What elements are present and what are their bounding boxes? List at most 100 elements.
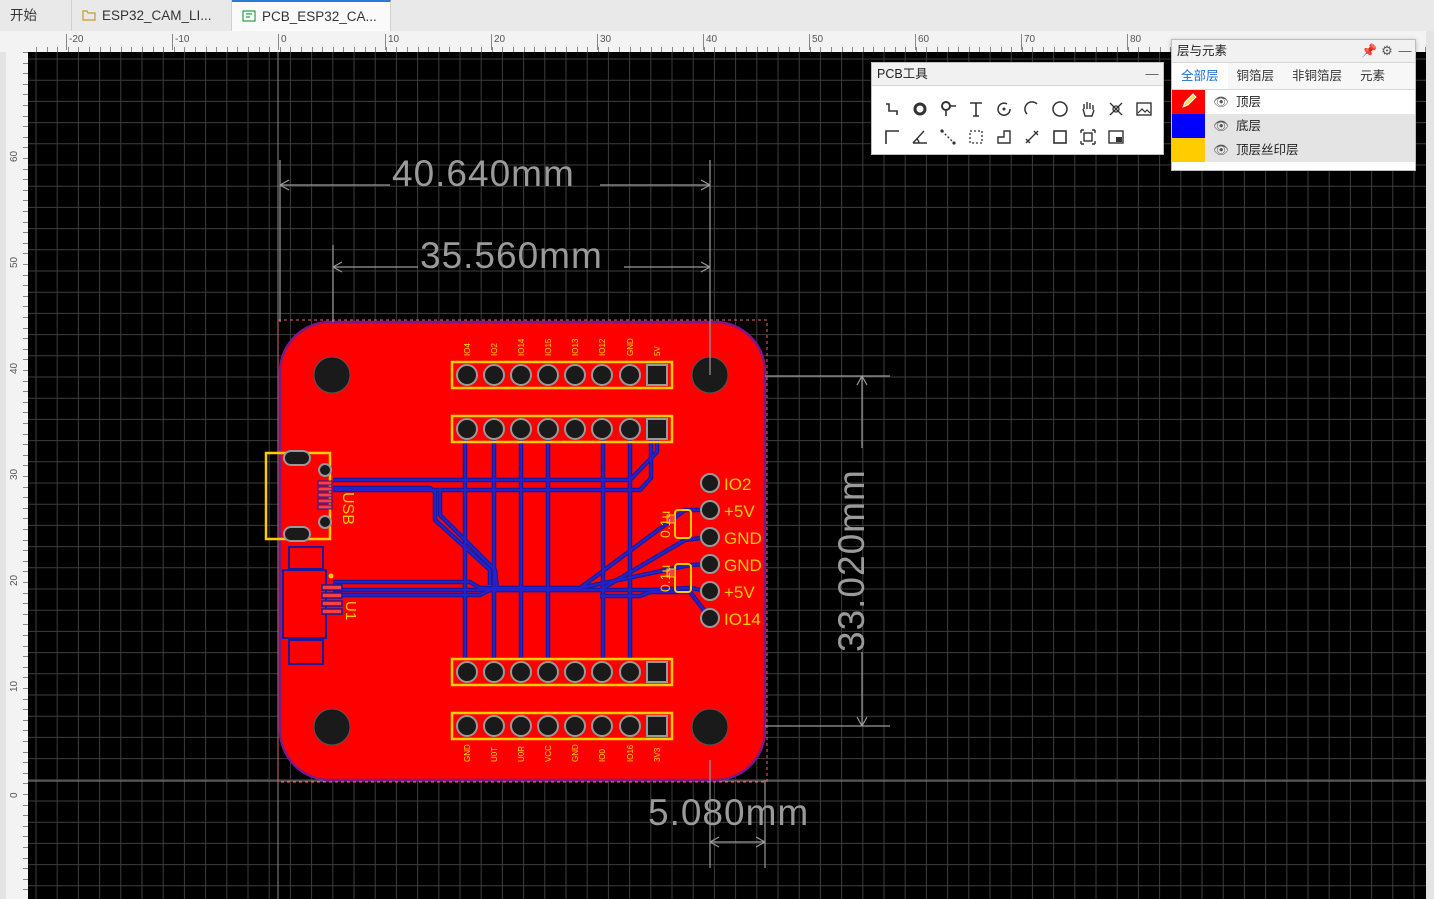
- tab-elements[interactable]: 元素: [1351, 63, 1394, 89]
- side-pin-label: IO14: [724, 610, 761, 629]
- round-pad: [591, 661, 613, 683]
- via-tool-icon[interactable]: [906, 94, 934, 122]
- pcb-tools-header[interactable]: PCB工具 —: [872, 63, 1163, 86]
- tab-pcb[interactable]: PCB_ESP32_CA...: [232, 0, 391, 31]
- round-pad: [510, 418, 532, 440]
- line-tool-icon[interactable]: [878, 122, 906, 150]
- capacitor-label: 0.1u: [657, 565, 673, 592]
- round-pad: [564, 364, 586, 386]
- dimension-arrow: [755, 841, 766, 848]
- ruler-label: 0: [9, 792, 20, 798]
- gear-icon[interactable]: ⚙: [1379, 40, 1395, 62]
- arc-center-tool-icon[interactable]: [1018, 94, 1046, 122]
- dimension-arrow: [279, 179, 290, 186]
- bottom-pin-label: 3V3: [653, 747, 662, 762]
- layer-row-bottom[interactable]: 👁 底层: [1172, 114, 1415, 138]
- round-pad: [483, 418, 505, 440]
- tab-schematic[interactable]: ESP32_CAM_LI...: [72, 0, 232, 31]
- route-tool-icon[interactable]: [878, 94, 906, 122]
- dimension-label-height: 33.020mm: [831, 469, 872, 652]
- mounting-hole: [313, 356, 351, 394]
- dimension-arrow: [700, 179, 711, 186]
- layer-color-swatch[interactable]: [1172, 138, 1205, 162]
- region-tool-icon[interactable]: [1074, 122, 1102, 150]
- tab-copper-layers[interactable]: 铜箔层: [1228, 63, 1284, 89]
- dimension-label-width: 40.640mm: [392, 153, 575, 194]
- pad-tool-icon[interactable]: [934, 94, 962, 122]
- layer-row-top[interactable]: 👁 顶层: [1172, 90, 1415, 114]
- u1-pin1-marker: [328, 573, 334, 579]
- round-pad: [591, 364, 613, 386]
- eye-icon[interactable]: 👁: [1213, 114, 1229, 138]
- u1-label: U1: [342, 601, 359, 620]
- dimension-arrow: [856, 716, 863, 727]
- round-pad: [510, 661, 532, 683]
- circle-tool-icon[interactable]: [1046, 94, 1074, 122]
- bottom-pin-label: U0R: [517, 746, 526, 762]
- top-pin-label: IO14: [517, 338, 526, 356]
- round-pad: [483, 661, 505, 683]
- ruler-label: 60: [9, 150, 20, 162]
- ruler-label: 20: [9, 574, 20, 586]
- move-tool-icon[interactable]: [1102, 94, 1130, 122]
- top-pin-label: GND: [626, 338, 635, 356]
- tab-start[interactable]: 开始: [0, 0, 72, 31]
- round-pad: [564, 715, 586, 737]
- rectangle-tool-icon[interactable]: [1046, 122, 1074, 150]
- round-pad: [564, 661, 586, 683]
- round-pad: [456, 661, 478, 683]
- pcb-canvas[interactable]: IO4 IO2 IO14 IO15 IO13 IO12 GND 5V GND U0T U0R VCC G…: [28, 52, 1426, 899]
- dimension-label-hole-span: 35.560mm: [420, 235, 603, 276]
- round-pad: [483, 364, 505, 386]
- side-pin-label: +5V: [724, 502, 755, 521]
- ruler-label: 50: [809, 34, 823, 50]
- canvas-tool-icon[interactable]: [1102, 122, 1130, 150]
- hand-tool-icon[interactable]: [1074, 94, 1102, 122]
- layer-color-swatch[interactable]: [1172, 114, 1205, 138]
- usb-signal-pad: [317, 480, 333, 486]
- tab-all-layers[interactable]: 全部层: [1172, 63, 1228, 89]
- pcb-tools-grid: [872, 86, 1163, 150]
- top-pin-label: IO4: [463, 343, 472, 356]
- eye-icon[interactable]: 👁: [1213, 90, 1229, 114]
- rect-select-tool-icon[interactable]: [962, 122, 990, 150]
- round-pad: [619, 661, 641, 683]
- round-pad: [619, 364, 641, 386]
- side-pin-label: GND: [724, 556, 762, 575]
- usb-signal-pad: [317, 498, 333, 504]
- measure-tool-icon[interactable]: [1018, 122, 1046, 150]
- image-tool-icon[interactable]: [1130, 94, 1158, 122]
- minimize-button[interactable]: —: [1144, 63, 1160, 85]
- round-pad: [510, 715, 532, 737]
- layer-tabs: 全部层 铜箔层 非铜箔层 元素: [1172, 63, 1415, 90]
- dimension-tool-icon[interactable]: [934, 122, 962, 150]
- usb-signal-pad: [317, 504, 333, 510]
- bottom-pin-label: GND: [571, 744, 580, 762]
- arc-tool-icon[interactable]: [990, 94, 1018, 122]
- layers-panel-header[interactable]: 层与元素 📌 ⚙ —: [1172, 40, 1415, 63]
- square-pad: [646, 661, 668, 683]
- layer-color-swatch[interactable]: [1172, 90, 1205, 114]
- pcb-tools-panel: PCB工具 —: [871, 62, 1164, 155]
- eye-icon[interactable]: 👁: [1213, 138, 1229, 162]
- ruler-label: 40: [703, 34, 717, 50]
- top-pin-label: IO13: [571, 338, 580, 356]
- bottom-pin-label: U0T: [490, 747, 499, 762]
- round-pad: [456, 715, 478, 737]
- right-panel-strip[interactable]: [1426, 31, 1434, 899]
- top-pin-label: IO12: [598, 338, 607, 356]
- tab-non-copper-layers[interactable]: 非铜箔层: [1283, 63, 1351, 89]
- side-pin-label: GND: [724, 529, 762, 548]
- minimize-button[interactable]: —: [1397, 40, 1413, 62]
- round-pad: [537, 661, 559, 683]
- dimension-label-offset: 5.080mm: [648, 792, 809, 833]
- pin-icon[interactable]: 📌: [1361, 40, 1377, 62]
- layer-row-silkscreen[interactable]: 👁 顶层丝印层: [1172, 138, 1415, 162]
- layers-panel: 层与元素 📌 ⚙ — 全部层 铜箔层 非铜箔层 元素 👁 顶层 👁 底层 👁 顶层丝印…: [1171, 39, 1416, 171]
- text-tool-icon[interactable]: [962, 94, 990, 122]
- round-pad: [591, 715, 613, 737]
- ruler-label: 60: [915, 34, 929, 50]
- polygon-tool-icon[interactable]: [990, 122, 1018, 150]
- angle-tool-icon[interactable]: [906, 122, 934, 150]
- round-pad: [537, 364, 559, 386]
